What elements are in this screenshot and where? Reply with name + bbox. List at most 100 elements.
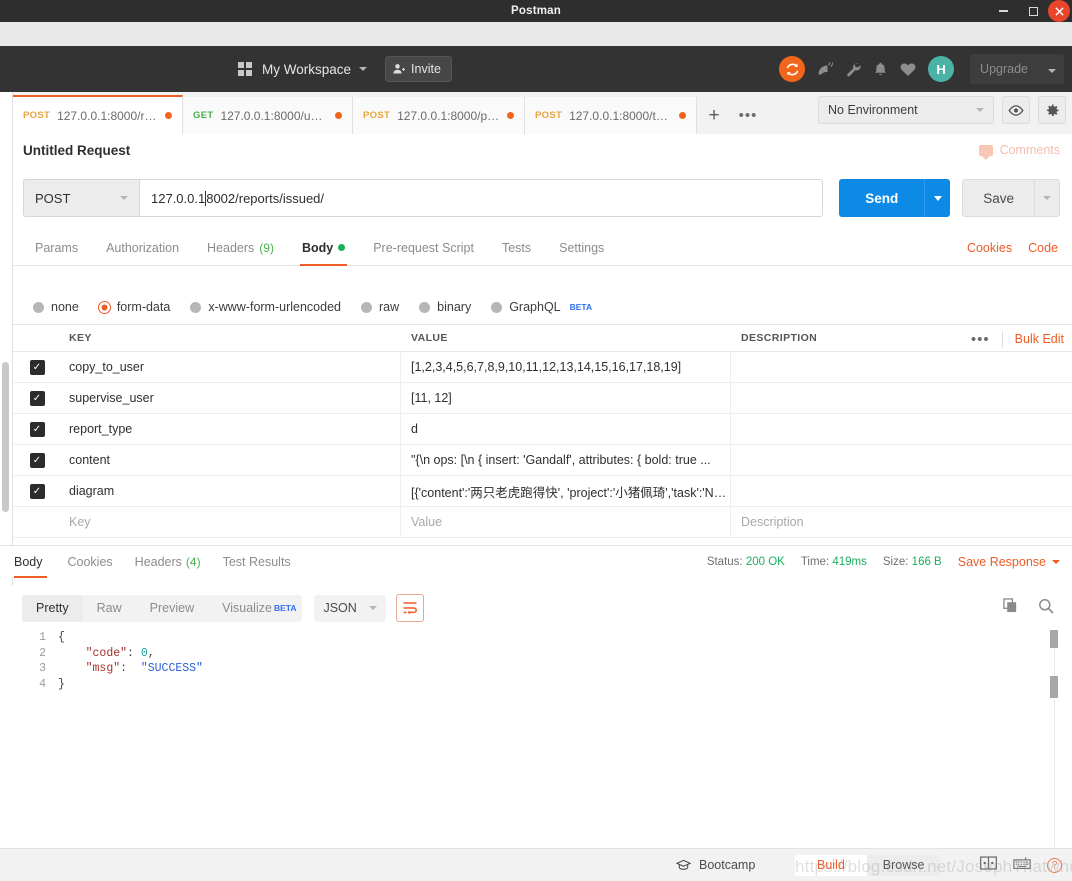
format-preview[interactable]: Preview — [136, 595, 208, 622]
bulk-edit-button[interactable]: Bulk Edit — [1015, 332, 1064, 346]
tab-tests-label: Tests — [501, 240, 532, 255]
table-row[interactable]: ✓ supervise_user [11, 12] — [13, 383, 1072, 414]
response-language-select[interactable]: JSON — [314, 594, 387, 622]
radio-icon — [419, 301, 431, 313]
body-type-binary[interactable]: binary — [419, 300, 481, 314]
row-key[interactable]: diagram — [69, 484, 114, 498]
code-scrollbar-thumb-top[interactable] — [1050, 630, 1058, 648]
environment-area: No Environment — [818, 96, 1066, 124]
request-name[interactable]: Untitled Request — [23, 143, 130, 158]
row-checkbox[interactable]: ✓ — [29, 359, 45, 375]
table-row[interactable]: ✓ report_type d — [13, 414, 1072, 445]
row-value[interactable]: [{'content':'两只老虎跑得快', 'project':'小猪佩琦',… — [411, 482, 730, 501]
comment-icon — [978, 144, 993, 160]
request-tab-2[interactable]: POST 127.0.0.1:8000/proj... — [353, 97, 525, 134]
row-key[interactable]: content — [69, 453, 110, 467]
workspace-selector[interactable]: My Workspace — [238, 62, 368, 77]
row-checkbox[interactable]: ✓ — [29, 390, 45, 406]
response-tab-cookies[interactable]: Cookies — [57, 546, 124, 578]
row-key[interactable]: supervise_user — [69, 391, 154, 405]
tab-headers[interactable]: Headers (9) — [193, 230, 288, 266]
row-key[interactable]: copy_to_user — [69, 360, 144, 374]
save-options-button[interactable] — [1034, 179, 1060, 217]
table-more-button[interactable]: ••• — [971, 330, 1003, 348]
tab-params[interactable]: Params — [25, 230, 92, 266]
save-button[interactable]: Save — [962, 179, 1034, 217]
url-input[interactable]: 127.0.0.1 8002/reports/issued/ — [139, 179, 824, 217]
table-row[interactable]: ✓ diagram [{'content':'两只老虎跑得快', 'projec… — [13, 476, 1072, 507]
code-scrollbar-thumb-bottom[interactable] — [1050, 676, 1058, 698]
row-key[interactable]: report_type — [69, 422, 132, 436]
row-checkbox[interactable]: ✓ — [29, 483, 45, 499]
row-value[interactable]: [1,2,3,4,5,6,7,8,9,10,11,12,13,14,15,16,… — [411, 360, 681, 374]
body-type-graphql[interactable]: GraphQL BETA — [491, 300, 602, 314]
copy-icon[interactable] — [1003, 598, 1018, 618]
tabs-more-button[interactable]: ••• — [731, 97, 765, 134]
invite-button[interactable]: Invite — [385, 56, 452, 82]
code-scrollbar-track[interactable] — [1054, 630, 1055, 848]
row-value[interactable]: [11, 12] — [411, 391, 452, 405]
upgrade-button[interactable]: Upgrade — [970, 54, 1064, 84]
sync-icon[interactable] — [779, 56, 806, 82]
satellite-icon[interactable] — [817, 61, 834, 77]
avatar[interactable]: H — [928, 56, 955, 82]
tab-body[interactable]: Body — [288, 230, 359, 266]
bell-icon[interactable] — [873, 61, 888, 77]
window-gap-strip — [0, 22, 1072, 46]
send-options-button[interactable] — [924, 179, 951, 217]
body-type-raw[interactable]: raw — [361, 300, 409, 314]
response-format-group: Pretty Raw Preview Visualize BETA — [22, 594, 303, 622]
word-wrap-icon — [403, 602, 418, 615]
new-row-key-input[interactable]: Key — [69, 515, 91, 529]
environment-select[interactable]: No Environment — [818, 96, 994, 124]
new-row-value-input[interactable]: Value — [411, 515, 442, 529]
table-row[interactable]: ✓ content "{\n ops: [\n { insert: 'Ganda… — [13, 445, 1072, 476]
code-link[interactable]: Code — [1028, 241, 1058, 255]
comments-button[interactable]: Comments — [978, 143, 1060, 160]
table-row-empty[interactable]: Key Value Description — [13, 507, 1072, 538]
row-checkbox[interactable]: ✓ — [29, 452, 45, 468]
body-type-none[interactable]: none — [33, 300, 89, 314]
http-method-select[interactable]: POST — [23, 179, 139, 217]
save-response-button[interactable]: Save Response — [958, 555, 1060, 569]
request-tab-3[interactable]: POST 127.0.0.1:8000/task... — [525, 97, 697, 134]
request-tab-1[interactable]: GET 127.0.0.1:8000/user/ — [183, 97, 353, 134]
request-name-row: Untitled Request Comments — [13, 134, 1072, 166]
search-icon[interactable] — [1038, 598, 1054, 619]
tab-tests[interactable]: Tests — [488, 230, 545, 266]
wrench-icon[interactable] — [845, 61, 861, 77]
response-body-code[interactable]: 1 { 2 "code": 0, 3 "msg": "SUCCESS" 4 } — [0, 630, 1072, 848]
row-value[interactable]: d — [411, 422, 418, 436]
table-row[interactable]: ✓ copy_to_user [1,2,3,4,5,6,7,8,9,10,11,… — [13, 352, 1072, 383]
heart-icon[interactable] — [900, 62, 916, 77]
cookies-link[interactable]: Cookies — [967, 241, 1012, 255]
new-row-description-input[interactable]: Description — [741, 515, 804, 529]
body-type-urlencoded[interactable]: x-www-form-urlencoded — [190, 300, 351, 314]
status-value: 200 OK — [745, 555, 785, 568]
request-tab-0[interactable]: POST 127.0.0.1:8000/repo... — [13, 95, 183, 134]
sidebar-scrollbar-thumb[interactable] — [2, 362, 9, 512]
row-value[interactable]: "{\n ops: [\n { insert: 'Gandalf', attri… — [411, 453, 711, 467]
row-checkbox[interactable]: ✓ — [29, 421, 45, 437]
response-tab-test-results[interactable]: Test Results — [212, 546, 302, 578]
bottom-status-bar: Bootcamp Build Browse ? https://blog.csd… — [0, 848, 1072, 881]
format-pretty[interactable]: Pretty — [22, 594, 83, 622]
format-raw[interactable]: Raw — [83, 595, 136, 622]
body-type-form-data[interactable]: form-data — [98, 300, 181, 314]
word-wrap-button[interactable] — [396, 594, 425, 622]
send-button[interactable]: Send — [839, 179, 925, 217]
close-button[interactable] — [1048, 0, 1070, 22]
settings-button[interactable] — [1038, 96, 1066, 124]
environment-quick-look-button[interactable] — [1002, 96, 1030, 124]
send-button-group: Send — [839, 179, 951, 217]
new-tab-button[interactable]: + — [697, 97, 731, 134]
code-line: 1 { — [0, 630, 1072, 646]
tab-settings[interactable]: Settings — [545, 230, 618, 266]
response-tab-headers[interactable]: Headers (4) — [124, 546, 212, 578]
maximize-button[interactable] — [1018, 0, 1048, 22]
tab-authorization[interactable]: Authorization — [92, 230, 193, 266]
tab-pre-request-script[interactable]: Pre-request Script — [359, 230, 488, 266]
minimize-button[interactable] — [988, 0, 1018, 22]
format-visualize[interactable]: Visualize BETA — [208, 595, 302, 622]
response-tab-body[interactable]: Body — [14, 546, 57, 578]
